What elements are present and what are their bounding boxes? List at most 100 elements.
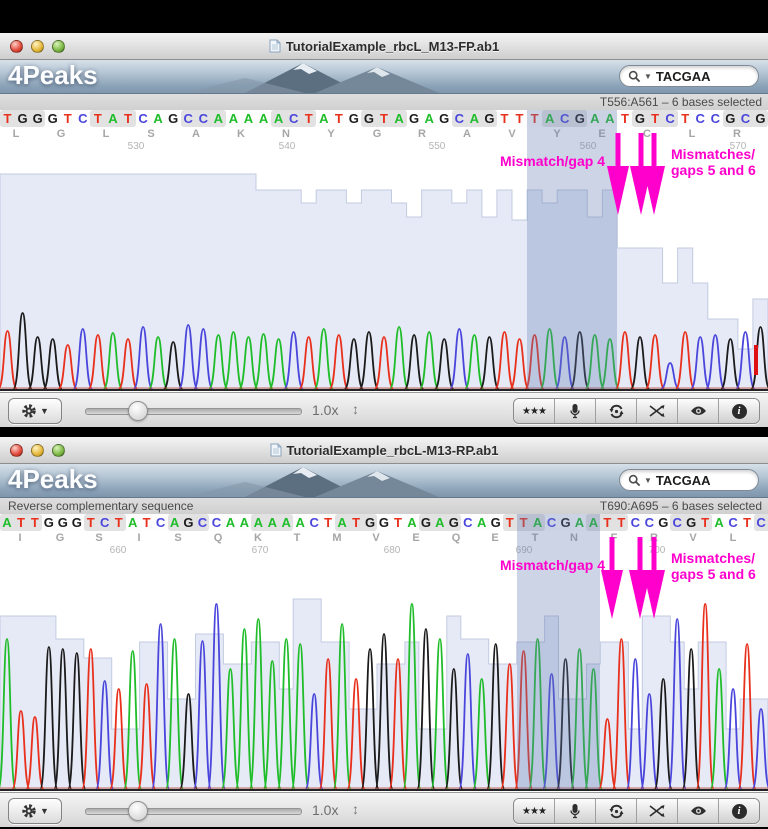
base-letter[interactable]: C [738, 111, 753, 126]
base-letter[interactable]: A [573, 515, 587, 530]
base-letter[interactable]: G [361, 111, 376, 126]
base-letter[interactable]: A [241, 111, 256, 126]
base-letter[interactable]: A [433, 515, 447, 530]
base-letter[interactable]: A [256, 111, 271, 126]
base-letter[interactable]: T [678, 111, 693, 126]
base-letter[interactable]: T [331, 111, 346, 126]
search-scope-caret-icon[interactable]: ▼ [644, 72, 652, 81]
base-letter[interactable]: T [90, 111, 105, 126]
info-button[interactable]: i [719, 799, 759, 823]
close-button[interactable] [10, 40, 23, 53]
action-gear-button[interactable]: ▼ [8, 398, 62, 424]
base-letter[interactable]: C [154, 515, 168, 530]
base-letter[interactable]: G [182, 515, 196, 530]
search-scope-caret-icon[interactable]: ▼ [644, 476, 652, 485]
base-letter[interactable]: C [545, 515, 559, 530]
base-letter[interactable]: G [419, 515, 433, 530]
base-letter[interactable]: A [531, 515, 545, 530]
base-letter[interactable]: C [557, 111, 572, 126]
base-letter[interactable]: C [693, 111, 708, 126]
base-letter[interactable]: C [195, 515, 209, 530]
reverse-complement-button[interactable] [596, 799, 637, 823]
base-letter[interactable]: T [14, 515, 28, 530]
base-letter[interactable]: C [726, 515, 740, 530]
zoom-stepper[interactable]: ↕ [352, 801, 359, 817]
base-letter[interactable]: G [489, 515, 503, 530]
base-letter[interactable]: A [237, 515, 251, 530]
base-letter[interactable]: A [168, 515, 182, 530]
base-letter[interactable]: C [307, 515, 321, 530]
base-letter[interactable]: A [151, 111, 166, 126]
base-letter[interactable]: A [335, 515, 349, 530]
base-letter[interactable]: C [452, 111, 467, 126]
base-letter[interactable]: T [617, 111, 632, 126]
base-letter[interactable]: C [181, 111, 196, 126]
base-letter[interactable]: T [698, 515, 712, 530]
chromatogram-area[interactable] [0, 160, 768, 392]
base-letter[interactable]: G [447, 515, 461, 530]
base-letter[interactable]: A [105, 111, 120, 126]
base-letter[interactable]: G [56, 515, 70, 530]
minimize-button[interactable] [31, 444, 44, 457]
base-letter[interactable]: T [614, 515, 628, 530]
base-letter[interactable]: G [753, 111, 768, 126]
base-letter[interactable]: T [497, 111, 512, 126]
mismatch-arrows-button[interactable] [637, 399, 678, 423]
base-letter[interactable]: C [708, 111, 723, 126]
base-call-sequence-row[interactable]: ATTGGGTCTATCAGCCAAAAAACTATGGTAGAGCAGTTAC… [0, 514, 768, 531]
search-field[interactable]: ▼ TACGAA [619, 469, 759, 491]
base-letter[interactable]: G [30, 111, 45, 126]
base-letter[interactable]: A [226, 111, 241, 126]
base-letter[interactable]: C [98, 515, 112, 530]
zoom-button[interactable] [52, 40, 65, 53]
base-letter[interactable]: T [84, 515, 98, 530]
base-letter[interactable]: T [120, 111, 135, 126]
base-letter[interactable]: A [251, 515, 265, 530]
base-letter[interactable]: G [437, 111, 452, 126]
base-letter[interactable]: A [587, 111, 602, 126]
base-letter[interactable]: T [301, 111, 316, 126]
base-letter[interactable]: C [663, 111, 678, 126]
base-letter[interactable]: A [475, 515, 489, 530]
base-letter[interactable]: A [211, 111, 226, 126]
base-letter[interactable]: A [405, 515, 419, 530]
base-letter[interactable]: G [482, 111, 497, 126]
base-letter[interactable]: A [293, 515, 307, 530]
base-letter[interactable]: T [600, 515, 614, 530]
base-letter[interactable]: T [112, 515, 126, 530]
zoom-slider-thumb[interactable] [128, 401, 148, 421]
base-letter[interactable]: T [28, 515, 42, 530]
base-letter[interactable]: C [136, 111, 151, 126]
base-letter[interactable]: A [271, 111, 286, 126]
base-letter[interactable]: G [572, 111, 587, 126]
base-letter[interactable]: A [392, 111, 407, 126]
base-letter[interactable]: G [632, 111, 647, 126]
mismatch-arrows-button[interactable] [637, 799, 678, 823]
zoom-slider-track[interactable] [85, 808, 302, 815]
base-letter[interactable]: T [349, 515, 363, 530]
base-letter[interactable]: G [166, 111, 181, 126]
base-letter[interactable]: G [684, 515, 698, 530]
search-field[interactable]: ▼ TACGAA [619, 65, 759, 87]
base-letter[interactable]: A [422, 111, 437, 126]
base-letter[interactable]: A [542, 111, 557, 126]
base-letter[interactable]: T [740, 515, 754, 530]
preview-eye-button[interactable] [678, 399, 719, 423]
base-letter[interactable]: A [223, 515, 237, 530]
base-letter[interactable]: C [754, 515, 768, 530]
base-letter[interactable]: G [346, 111, 361, 126]
base-letter[interactable]: A [467, 111, 482, 126]
quality-stars-button[interactable]: ★★★ [514, 799, 555, 823]
base-letter[interactable]: C [642, 515, 656, 530]
base-letter[interactable]: T [140, 515, 154, 530]
base-letter[interactable]: G [15, 111, 30, 126]
zoom-slider-thumb[interactable] [128, 801, 148, 821]
base-letter[interactable]: A [265, 515, 279, 530]
base-letter[interactable]: A [316, 111, 331, 126]
base-letter[interactable]: T [517, 515, 531, 530]
base-letter[interactable]: G [42, 515, 56, 530]
base-letter[interactable]: G [723, 111, 738, 126]
reverse-complement-button[interactable] [596, 399, 637, 423]
base-letter[interactable]: G [70, 515, 84, 530]
chromatogram-area[interactable] [0, 564, 768, 792]
